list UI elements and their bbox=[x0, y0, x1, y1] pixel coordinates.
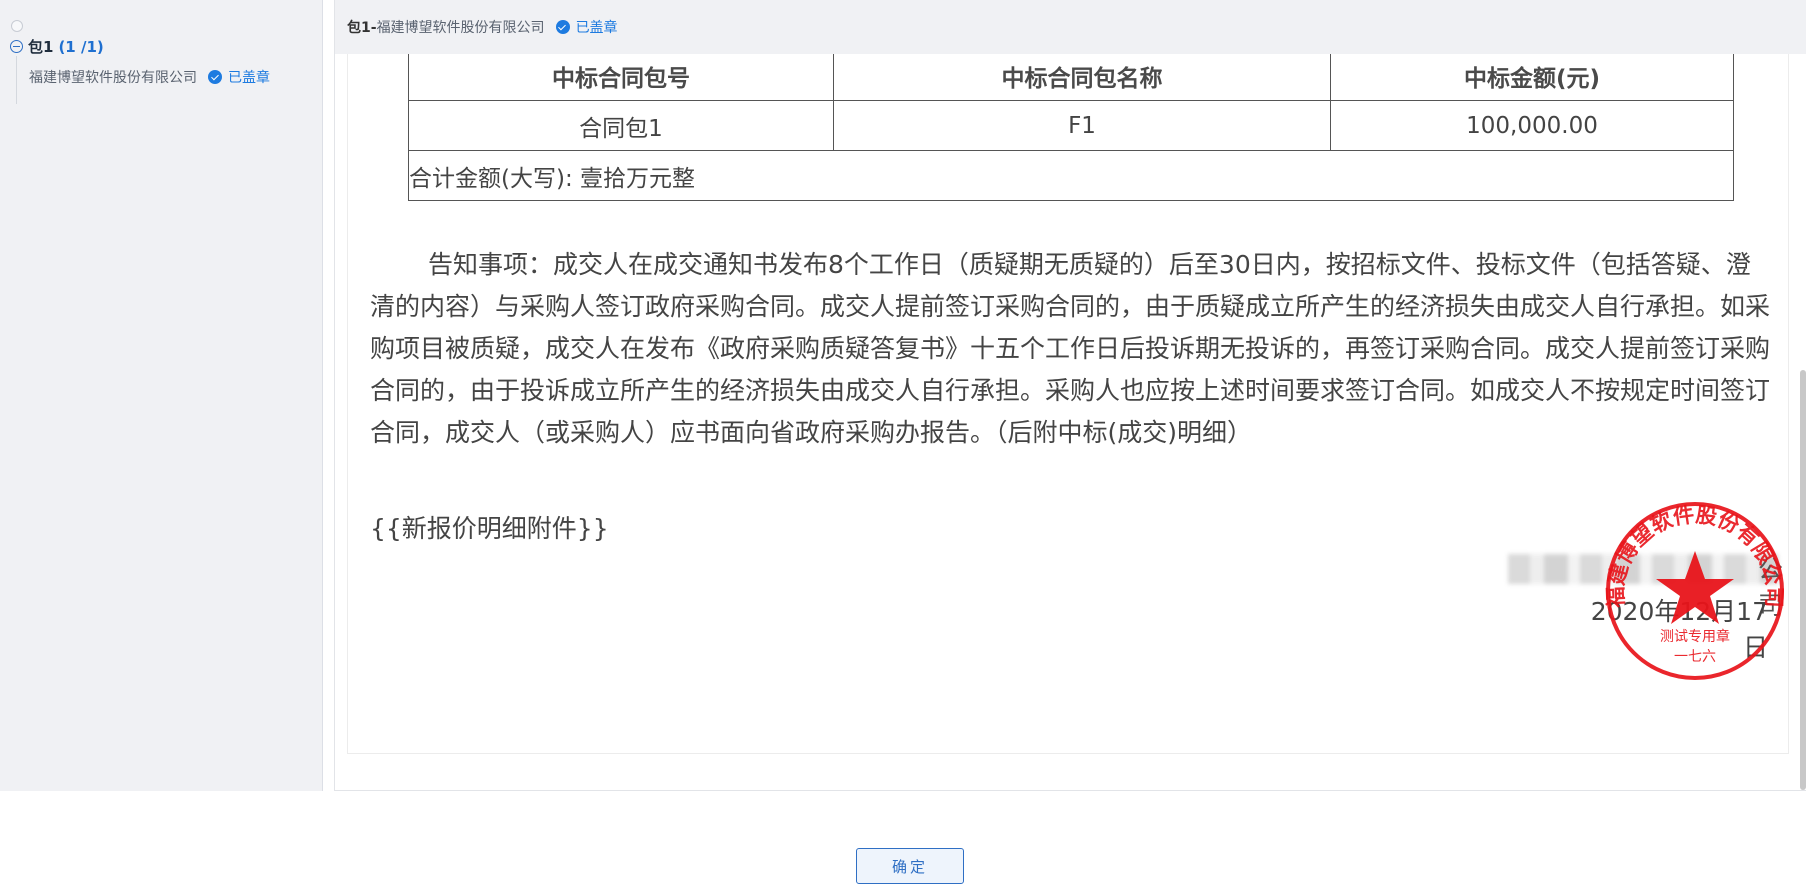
column-header-package-no: 中标合同包号 bbox=[408, 54, 834, 101]
seal-line-1: 测试专用章 bbox=[1660, 628, 1730, 645]
column-header-package-name: 中标合同包名称 bbox=[833, 54, 1331, 101]
table-row: 合同包1 F1 100,000.00 bbox=[408, 100, 1734, 151]
check-circle-icon bbox=[208, 70, 222, 84]
header-company: 福建博望软件股份有限公司 bbox=[376, 20, 545, 36]
sidebar: 包1 (1 /1) 福建博望软件股份有限公司 已盖章 bbox=[0, 0, 323, 791]
table-header-row: 中标合同包号 中标合同包名称 中标金额(元) bbox=[408, 54, 1734, 101]
tree-node-count: (1 /1) bbox=[58, 37, 104, 56]
tree-node-label: 包1 bbox=[28, 38, 54, 56]
document-panel: 包1- 福建博望软件股份有限公司 已盖章 中标合同包号 中标合同包名称 中标金额… bbox=[334, 0, 1806, 791]
tree-child-label: 福建博望软件股份有限公司 bbox=[29, 70, 197, 86]
document-header: 包1- 福建博望软件股份有限公司 已盖章 bbox=[335, 0, 1806, 54]
count-current: 1 bbox=[65, 37, 76, 56]
header-stamped-label: 已盖章 bbox=[575, 20, 618, 36]
official-seal: 福建博望软件股份有限公司 测试专用章 一七六 bbox=[1603, 502, 1787, 680]
contract-table: 中标合同包号 中标合同包名称 中标金额(元) 合同包1 F1 100,000.0… bbox=[408, 54, 1734, 201]
confirm-button[interactable]: 确定 bbox=[856, 848, 964, 884]
seal-line-2: 一七六 bbox=[1674, 649, 1716, 665]
total-amount: 合计金额(大写): 壹拾万元整 bbox=[408, 150, 1734, 201]
stamped-badge: 已盖章 bbox=[208, 67, 270, 87]
tree-connector bbox=[16, 56, 17, 104]
cell-package-name: F1 bbox=[833, 100, 1331, 151]
tree-node-company[interactable]: 福建博望软件股份有限公司 已盖章 bbox=[29, 67, 270, 87]
check-circle-icon bbox=[555, 20, 570, 34]
header-stamped-badge: 已盖章 bbox=[555, 17, 618, 37]
collapse-icon[interactable] bbox=[10, 40, 23, 53]
vertical-scrollbar[interactable] bbox=[1800, 370, 1806, 790]
column-header-amount: 中标金额(元) bbox=[1330, 54, 1734, 101]
cell-package-no: 合同包1 bbox=[408, 100, 834, 151]
notice-paragraph: 告知事项：成交人在成交通知书发布8个工作日（质疑期无质疑的）后至30日内，按招标… bbox=[370, 250, 1771, 447]
tree-dot-icon bbox=[11, 20, 23, 32]
header-package: 包1- bbox=[347, 20, 377, 36]
table-total-row: 合计金额(大写): 壹拾万元整 bbox=[408, 150, 1734, 201]
count-total: /1 bbox=[80, 37, 97, 56]
tree-node-package-1[interactable]: 包1 (1 /1) bbox=[10, 36, 104, 57]
app-root: 包1 (1 /1) 福建博望软件股份有限公司 已盖章 包1- 福建博望软件股份有… bbox=[0, 0, 1806, 891]
document-page: 中标合同包号 中标合同包名称 中标金额(元) 合同包1 F1 100,000.0… bbox=[347, 54, 1789, 754]
stamped-badge-label: 已盖章 bbox=[228, 70, 270, 86]
seal-star-icon bbox=[1656, 551, 1734, 624]
attachment-placeholder: {{新报价明细附件}} bbox=[370, 514, 609, 543]
cell-amount: 100,000.00 bbox=[1330, 100, 1734, 151]
